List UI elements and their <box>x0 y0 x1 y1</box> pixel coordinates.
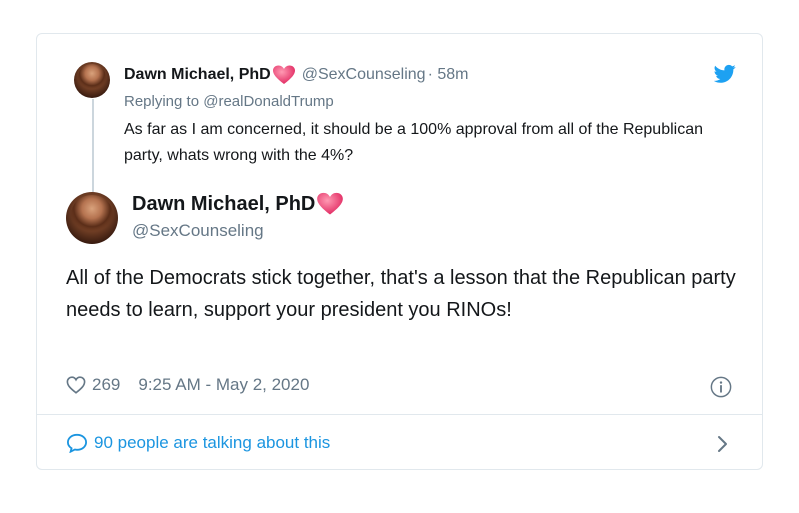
main-author-name-row: Dawn Michael, PhD <box>132 192 344 216</box>
replying-to-mention[interactable]: @realDonaldTrump <box>203 93 334 110</box>
embedded-tweet-card: Dawn Michael, PhD @SexCounseling · 58m R… <box>36 33 763 470</box>
reply-tweet-text: As far as I am concerned, it should be a… <box>124 121 703 164</box>
reply-author-name[interactable]: Dawn Michael, PhD <box>124 66 271 84</box>
card-divider <box>37 414 762 415</box>
conversation-link-text[interactable]: 90 people are talking about this <box>94 433 330 453</box>
reply-author-handle[interactable]: @SexCounseling <box>302 66 426 84</box>
main-author-name[interactable]: Dawn Michael, PhD <box>132 193 315 216</box>
tweet-meta-row: 269 9:25 AM - May 2, 2020 <box>66 375 309 395</box>
conversation-link[interactable]: 90 people are talking about this <box>66 433 330 453</box>
replying-to-line: Replying to @realDonaldTrump <box>124 93 334 110</box>
like-heart-icon[interactable] <box>66 376 86 394</box>
like-count[interactable]: 269 <box>92 375 120 395</box>
main-tweet-text: All of the Democrats stick together, tha… <box>66 267 736 321</box>
speech-bubble-icon <box>66 433 88 453</box>
tweet-timestamp[interactable]: 9:25 AM - May 2, 2020 <box>138 375 309 395</box>
reply-avatar[interactable] <box>74 62 110 98</box>
reply-relative-time[interactable]: · 58m <box>428 66 469 84</box>
reply-tweet-header: Dawn Michael, PhD @SexCounseling · 58m <box>124 65 468 85</box>
info-icon[interactable] <box>710 376 732 398</box>
main-author-handle[interactable]: @SexCounseling <box>132 221 264 241</box>
main-avatar[interactable] <box>66 192 118 244</box>
heart-emoji-icon <box>316 192 344 216</box>
chevron-right-icon[interactable] <box>713 434 731 454</box>
twitter-bird-icon[interactable] <box>714 64 736 84</box>
replying-prefix: Replying to <box>124 93 200 110</box>
heart-emoji-icon <box>272 65 296 85</box>
